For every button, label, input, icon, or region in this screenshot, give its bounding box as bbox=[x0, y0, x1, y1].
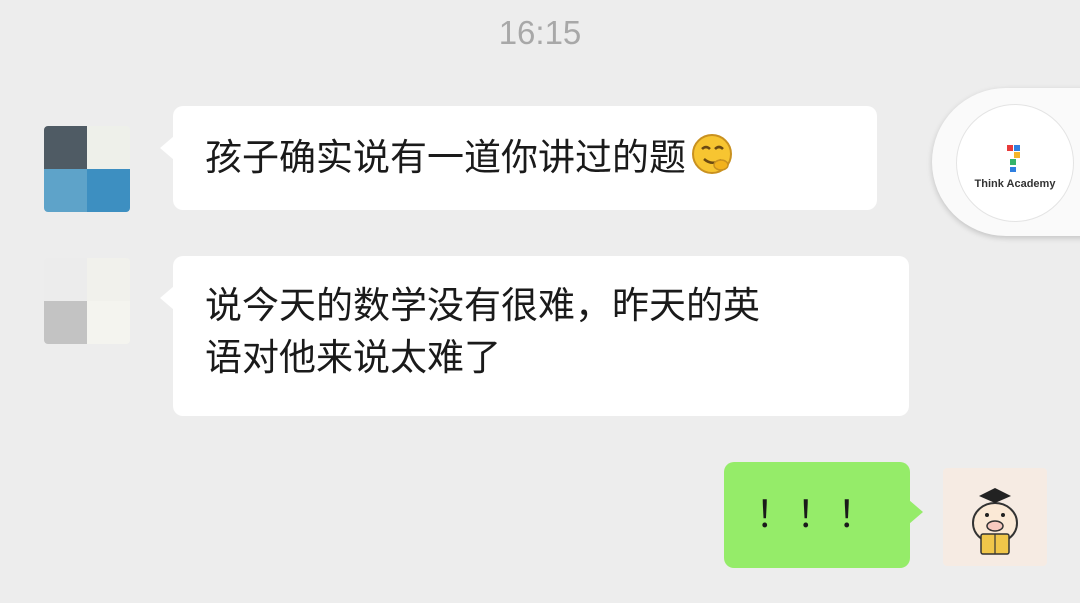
incoming-message-bubble[interactable]: 孩子确实说有一道你讲过的题 bbox=[160, 106, 877, 210]
message-text-line: 语对他来说太难了 bbox=[205, 336, 501, 379]
avatar-tile bbox=[87, 301, 130, 344]
floating-window-widget[interactable]: Think Academy bbox=[932, 88, 1080, 236]
avatar-tile bbox=[44, 169, 87, 212]
pig-student-icon bbox=[972, 488, 1018, 555]
my-avatar[interactable] bbox=[943, 468, 1047, 566]
sender-avatar[interactable] bbox=[44, 126, 130, 212]
chat-timestamp: 16:15 bbox=[498, 14, 582, 51]
avatar-tile bbox=[44, 258, 87, 301]
avatar-tile bbox=[87, 169, 130, 212]
message-text-line: 说今天的数学没有很难，昨天的英 bbox=[205, 284, 760, 327]
avatar-tile bbox=[44, 126, 87, 169]
message-text: ！！！ bbox=[755, 493, 879, 536]
sender-avatar[interactable] bbox=[44, 258, 130, 344]
smirking-face-emoji-icon bbox=[690, 132, 734, 176]
outgoing-message-bubble[interactable]: ！！！ bbox=[724, 462, 923, 568]
avatar-tile bbox=[44, 301, 87, 344]
avatar-tile bbox=[87, 126, 130, 169]
think-academy-logo-icon bbox=[1007, 145, 1020, 172]
think-academy-label: Think Academy bbox=[974, 178, 1056, 190]
avatar-tile bbox=[87, 258, 130, 301]
message-text: 孩子确实说有一道你讲过的题 bbox=[205, 136, 686, 179]
think-academy-logo: Think Academy bbox=[956, 104, 1074, 222]
incoming-message-bubble[interactable]: 说今天的数学没有很难，昨天的英 语对他来说太难了 bbox=[160, 256, 909, 416]
